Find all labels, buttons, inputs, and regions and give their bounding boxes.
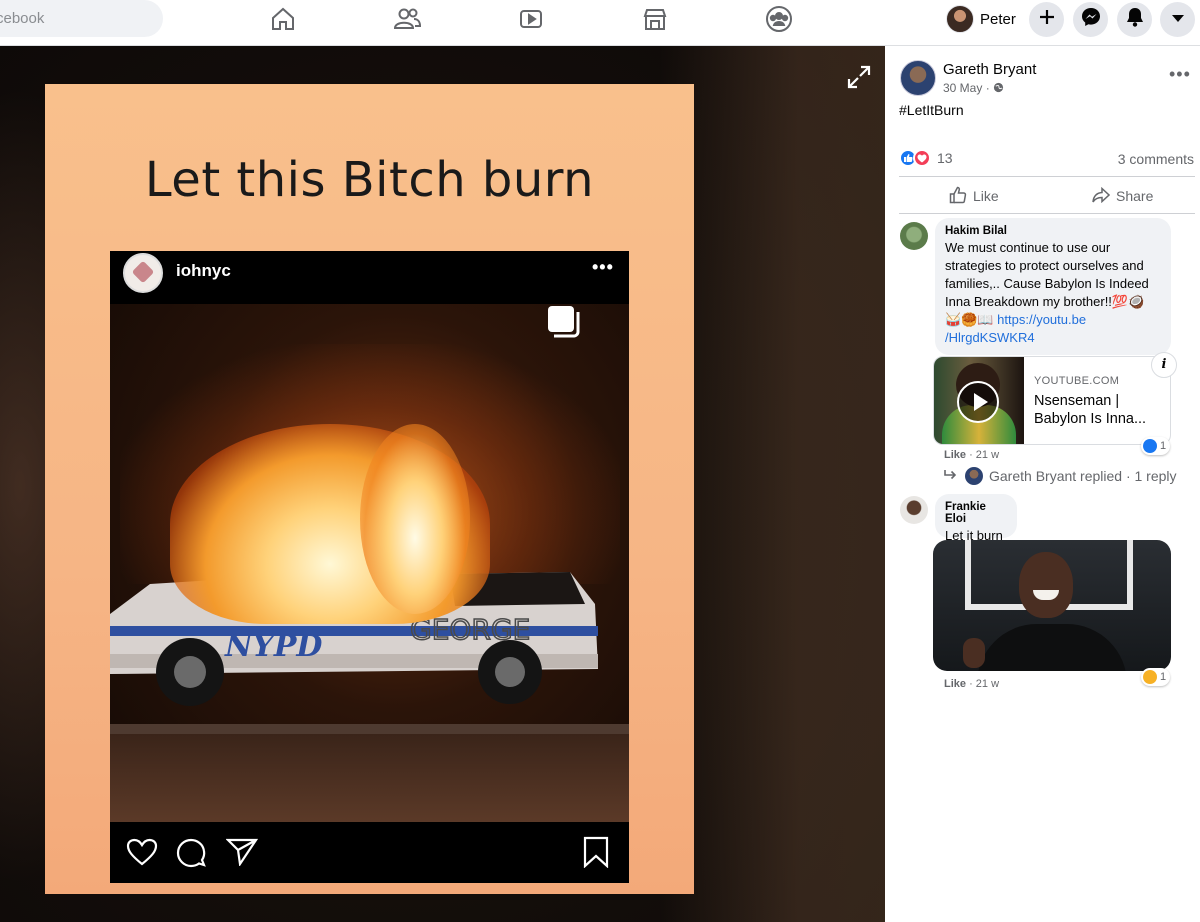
top-navigation-bar: cebook Peter [0, 0, 1200, 46]
comment-reaction-count: 1 [1160, 440, 1167, 452]
avatar [965, 467, 983, 485]
comment-reactions[interactable]: 1 [1141, 437, 1171, 455]
plus-icon [1039, 9, 1055, 30]
post-details-panel: Gareth Bryant 30 May · ••• #LetItBurn 13… [885, 46, 1200, 922]
instagram-username: iohnyc [176, 261, 231, 280]
street [110, 734, 629, 822]
gif-scene [977, 624, 1127, 671]
info-icon[interactable]: i [1151, 352, 1177, 378]
home-icon[interactable] [268, 4, 298, 34]
avatar [123, 253, 163, 293]
reply-summary: Gareth Bryant replied · 1 reply [989, 468, 1177, 484]
profile-shortcut[interactable]: Peter [942, 2, 1024, 36]
comment-author[interactable]: Hakim Bilal [945, 225, 1161, 237]
share-icon [226, 838, 258, 866]
account-menu-button[interactable] [1160, 2, 1195, 37]
love-reaction-icon [913, 149, 931, 167]
comment-age[interactable]: 21 w [976, 678, 999, 690]
expand-icon[interactable] [846, 64, 872, 90]
view-replies-button[interactable]: Gareth Bryant replied · 1 reply [943, 467, 1177, 485]
play-icon[interactable] [957, 381, 999, 423]
carousel-icon [546, 304, 582, 338]
more-icon: ••• [592, 257, 614, 277]
instagram-header: iohnyc ••• [110, 251, 629, 304]
avatar[interactable] [900, 60, 936, 96]
comment-reactions[interactable]: 1 [1141, 668, 1171, 686]
burning-van-photo: NYPD GEORGE [110, 304, 629, 822]
notifications-icon [1126, 7, 1144, 32]
notifications-button[interactable] [1117, 2, 1152, 37]
svg-text:NYPD: NYPD [224, 629, 322, 664]
comment-bubble: Frankie Eloi Let it burn [935, 494, 1017, 543]
globe-icon [993, 81, 1004, 95]
profile-name: Peter [980, 10, 1016, 28]
divider [899, 176, 1195, 177]
comment-actions: Like · 21 w [944, 678, 1000, 690]
reply-arrow-icon [943, 468, 957, 484]
post-text[interactable]: #LetItBurn [899, 102, 964, 118]
gif-scene [1019, 552, 1073, 618]
avatar[interactable] [900, 222, 928, 250]
link-preview-card[interactable]: YOUTUBE.COM Nsenseman | Babylon Is Inna.… [933, 356, 1171, 445]
share-label: Share [1116, 188, 1154, 204]
comment-like-button[interactable]: Like [944, 678, 966, 690]
comment-text: We must continue to use our strategies t… [945, 239, 1161, 347]
meta-separator: · [982, 81, 994, 95]
instagram-post-screenshot: iohnyc ••• NYPD GEORGE [110, 251, 629, 883]
link-title: Nsenseman | Babylon Is Inna... [1034, 393, 1147, 427]
comment-actions: Like · 21 w [944, 449, 1000, 461]
like-button[interactable]: Like [949, 186, 999, 206]
create-button[interactable] [1029, 2, 1064, 37]
video-thumbnail [934, 357, 1024, 444]
comment-link-part: /HlrgdKSWKR4 [945, 330, 1035, 345]
bookmark-icon [583, 836, 609, 868]
comment-author[interactable]: Frankie Eloi [945, 501, 1007, 525]
groups-icon[interactable] [764, 4, 794, 34]
meme-image: Let this Bitch burn iohnyc ••• NYPD GEOR… [45, 84, 694, 894]
comments-count[interactable]: 3 comments [1118, 151, 1194, 167]
marketplace-icon[interactable] [640, 4, 670, 34]
comment-icon [176, 838, 206, 868]
friends-icon[interactable] [392, 4, 422, 34]
post-date: 30 May [943, 81, 983, 95]
post-timestamp[interactable]: 30 May · [943, 81, 1004, 95]
comment-gif[interactable] [933, 540, 1171, 671]
avatar [946, 5, 974, 33]
divider [899, 213, 1195, 214]
meme-caption: Let this Bitch burn [144, 152, 595, 208]
comment-link-part: https://youtu.be [997, 312, 1087, 327]
search-input[interactable]: cebook [0, 0, 163, 37]
comment-age[interactable]: 21 w [976, 449, 999, 461]
haha-reaction-icon [1143, 670, 1157, 684]
messenger-button[interactable] [1073, 2, 1108, 37]
instagram-action-bar [110, 822, 629, 883]
reaction-summary[interactable]: 13 [899, 149, 953, 167]
flames [360, 424, 470, 614]
heart-icon [126, 838, 158, 866]
comment-like-button[interactable]: Like [944, 449, 966, 461]
gif-scene [963, 638, 985, 668]
post-author[interactable]: Gareth Bryant [943, 61, 1036, 78]
like-label: Like [973, 188, 999, 204]
link-source: YOUTUBE.COM [1034, 375, 1120, 387]
post-options-icon[interactable]: ••• [1169, 64, 1191, 85]
messenger-icon [1081, 7, 1101, 32]
thumbs-up-icon [949, 186, 973, 207]
comment-bubble: Hakim Bilal We must continue to use our … [935, 218, 1171, 355]
comment-reaction-count: 1 [1160, 671, 1167, 683]
share-icon [1092, 186, 1116, 206]
account-menu-icon [1171, 11, 1185, 29]
like-reaction-icon [1143, 439, 1157, 453]
watch-icon[interactable] [516, 4, 546, 34]
avatar[interactable] [900, 496, 928, 524]
share-button[interactable]: Share [1092, 186, 1153, 206]
media-viewer: Let this Bitch burn iohnyc ••• NYPD GEOR… [0, 46, 885, 922]
reaction-count: 13 [937, 150, 953, 166]
